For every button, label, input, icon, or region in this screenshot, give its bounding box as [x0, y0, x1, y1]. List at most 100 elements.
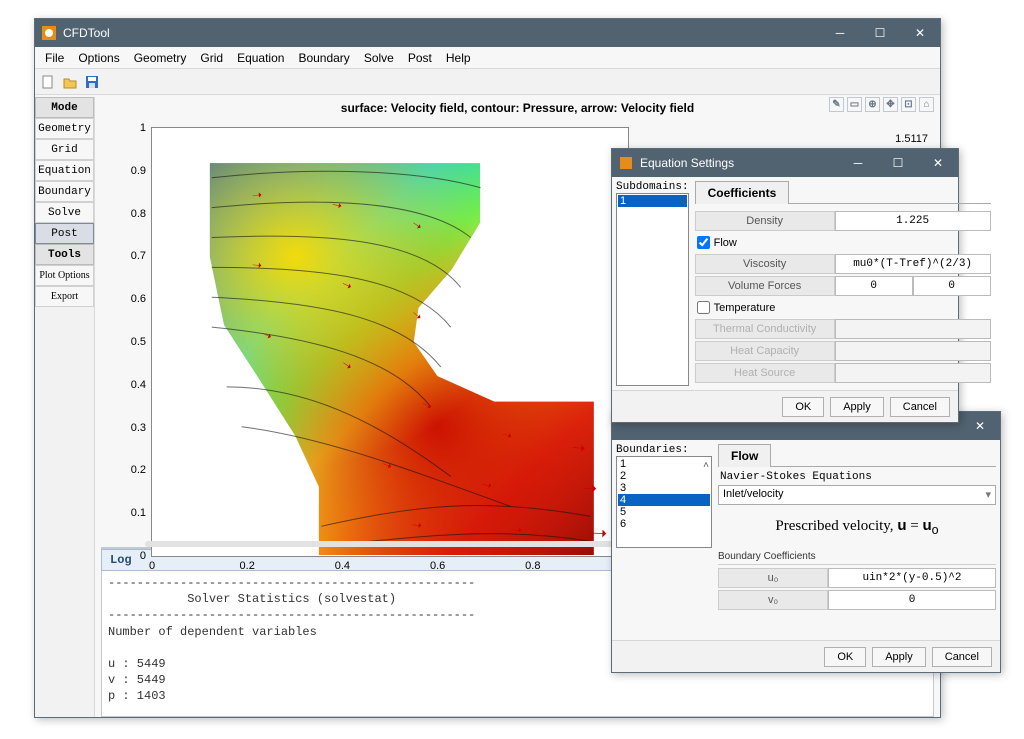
menu-options[interactable]: Options [72, 51, 125, 65]
boundary-item[interactable]: 4 [618, 494, 710, 506]
coeff-grid: Density Flow Viscosity Volume Forces [695, 210, 991, 384]
menu-help[interactable]: Help [440, 51, 477, 65]
bc-type-dropdown[interactable]: Inlet/velocity [718, 485, 996, 505]
sidebar-item-grid[interactable]: Grid [35, 139, 94, 160]
menu-boundary[interactable]: Boundary [292, 51, 355, 65]
volume-force-x-input[interactable] [835, 276, 913, 296]
boundaries-label: Boundaries: [616, 444, 712, 456]
minimize-button[interactable]: ─ [820, 19, 860, 47]
menu-equation[interactable]: Equation [231, 51, 290, 65]
boundary-item[interactable]: 1 [618, 458, 710, 470]
boundary-item[interactable]: 5 [618, 506, 710, 518]
v0-input[interactable] [828, 590, 996, 610]
ok-button[interactable]: OK [782, 397, 824, 417]
subdomains-label: Subdomains: [616, 181, 689, 193]
mode-sidebar: Mode Geometry Grid Equation Boundary Sol… [35, 97, 95, 717]
zoom-in-icon[interactable]: ⊕ [865, 97, 880, 112]
maximize-button[interactable]: ☐ [860, 19, 900, 47]
zoom-box-icon[interactable]: ▭ [847, 97, 862, 112]
sidebar-item-export[interactable]: Export [35, 286, 94, 307]
temperature-checkbox[interactable] [697, 301, 710, 314]
ytick: 0.8 [131, 208, 146, 220]
thermal-cond-input [835, 319, 991, 339]
sidebar-item-geometry[interactable]: Geometry [35, 118, 94, 139]
u0-label: u₀ [718, 568, 828, 588]
heat-capacity-label: Heat Capacity [695, 341, 835, 361]
plot-header: surface: Velocity field, contour: Pressu… [95, 97, 940, 119]
ok-button[interactable]: OK [824, 647, 866, 667]
colorbar-max: 1.5117 [895, 133, 928, 145]
apply-button[interactable]: Apply [872, 647, 926, 667]
boundaries-column: Boundaries: 1 2 3 4 5 6 ˄ [616, 444, 712, 636]
plot-surface [153, 129, 627, 555]
sidebar-header-tools: Tools [35, 244, 94, 265]
main-title: CFDTool [63, 26, 110, 40]
close-button[interactable]: ✕ [918, 149, 958, 177]
sidebar-item-boundary[interactable]: Boundary [35, 181, 94, 202]
heat-capacity-input [835, 341, 991, 361]
cancel-button[interactable]: Cancel [890, 397, 950, 417]
sidebar-item-equation[interactable]: Equation [35, 160, 94, 181]
menu-geometry[interactable]: Geometry [128, 51, 193, 65]
toolbar [35, 69, 940, 95]
new-file-icon[interactable] [39, 73, 57, 91]
bc-button-row: OK Apply Cancel [612, 640, 1000, 672]
bc-eq-type: Navier-Stokes Equations [718, 467, 996, 485]
save-file-icon[interactable] [83, 73, 101, 91]
ytick: 0.5 [131, 336, 146, 348]
menu-grid[interactable]: Grid [194, 51, 229, 65]
bc-right-panel: Flow Navier-Stokes Equations Inlet/veloc… [718, 444, 996, 636]
zoom-extents-icon[interactable]: ⊡ [901, 97, 916, 112]
app-icon [41, 25, 57, 41]
boundary-item[interactable]: 2 [618, 470, 710, 482]
u0-input[interactable] [828, 568, 996, 588]
tab-coefficients[interactable]: Coefficients [695, 181, 790, 204]
edit-icon[interactable]: ✎ [829, 97, 844, 112]
eq-titlebar[interactable]: Equation Settings ─ ☐ ✕ [612, 149, 958, 177]
bc-body: Boundaries: 1 2 3 4 5 6 ˄ Flow Navier-St… [612, 440, 1000, 640]
sidebar-item-plot-options[interactable]: Plot Options [35, 265, 94, 286]
apply-button[interactable]: Apply [830, 397, 884, 417]
boundary-settings-dialog: ✕ Boundaries: 1 2 3 4 5 6 ˄ Flow Navier-… [611, 411, 1001, 673]
flow-checkbox[interactable] [697, 236, 710, 249]
open-file-icon[interactable] [61, 73, 79, 91]
bc-type-value: Inlet/velocity [723, 488, 784, 500]
home-icon[interactable]: ⌂ [919, 97, 934, 112]
plot-axes[interactable]: ➝ ➝ ➝ ➝ ➝ ➝ ➝ ➝ ➝ ➝ ➝ ➝ ➝ ➝ ➝ ➝ ➝ [151, 127, 629, 557]
volume-force-y-input[interactable] [913, 276, 991, 296]
ytick: 0.2 [131, 464, 146, 476]
boundary-item[interactable]: 6 [618, 518, 710, 530]
viscosity-input[interactable] [835, 254, 991, 274]
main-titlebar[interactable]: CFDTool ─ ☐ ✕ [35, 19, 940, 47]
minimize-button[interactable]: ─ [838, 149, 878, 177]
menu-file[interactable]: File [39, 51, 70, 65]
menu-solve[interactable]: Solve [358, 51, 400, 65]
close-button[interactable]: ✕ [960, 412, 1000, 440]
ytick: 0.4 [131, 379, 146, 391]
tab-flow[interactable]: Flow [718, 444, 771, 467]
close-button[interactable]: ✕ [900, 19, 940, 47]
boundary-item[interactable]: 3 [618, 482, 710, 494]
flow-check-label: Flow [714, 237, 737, 249]
pan-icon[interactable]: ✥ [883, 97, 898, 112]
volume-forces-label: Volume Forces [695, 276, 835, 296]
subdomain-item[interactable]: 1 [618, 195, 687, 207]
sidebar-item-solve[interactable]: Solve [35, 202, 94, 223]
xtick: 0 [149, 560, 155, 572]
menu-post[interactable]: Post [402, 51, 438, 65]
bc-coeff-header: Boundary Coefficients [718, 549, 996, 565]
density-label: Density [695, 211, 835, 231]
ytick: 0.6 [131, 293, 146, 305]
app-icon [618, 155, 634, 171]
sidebar-item-post[interactable]: Post [35, 223, 94, 244]
bc-tabs: Flow [718, 444, 996, 467]
density-input[interactable] [835, 211, 991, 231]
flow-check-row: Flow [695, 232, 991, 253]
boundaries-list[interactable]: 1 2 3 4 5 6 [616, 456, 712, 548]
coefficients-panel: Coefficients Density Flow Viscosity Volu… [695, 181, 991, 386]
maximize-button[interactable]: ☐ [878, 149, 918, 177]
cancel-button[interactable]: Cancel [932, 647, 992, 667]
subdomains-list[interactable]: 1 [616, 193, 689, 386]
ytick: 0.1 [131, 507, 146, 519]
xtick: 0.6 [430, 560, 445, 572]
